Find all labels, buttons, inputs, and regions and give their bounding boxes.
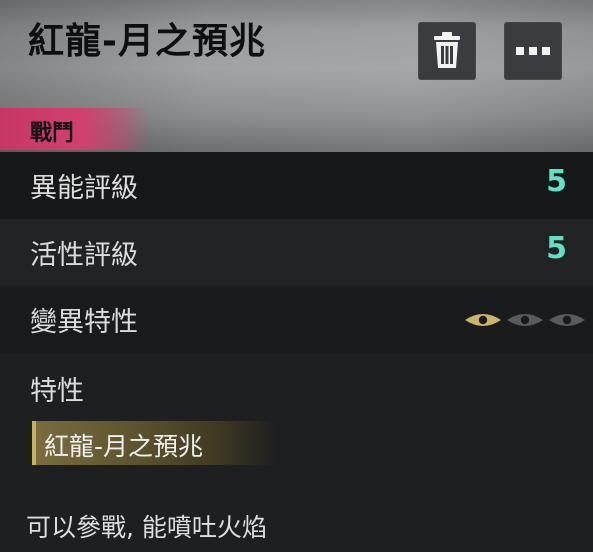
creature-description: 可以參戰, 能噴吐火焰 [26,513,267,542]
mutation-row: 變異特性 [0,286,593,353]
mutation-level-indicator [465,314,585,326]
stat-label: 活性評級 [30,240,138,271]
stat-row-activity: 活性評級 5 [0,219,593,286]
panel-header: 紅龍-月之預兆 戰鬥 [0,0,593,152]
delete-button[interactable] [418,22,476,80]
stat-value: 5 [546,164,567,199]
eye-icon [465,314,501,326]
trash-icon [434,32,460,68]
stat-row-ability: 異能評級 5 [0,152,593,219]
stat-label: 異能評級 [30,173,138,204]
trait-name: 紅龍-月之預兆 [44,432,204,461]
more-button[interactable] [504,22,562,80]
traits-label: 特性 [30,376,84,407]
traits-section: 特性 紅龍-月之預兆 可以參戰, 能噴吐火焰 [0,353,593,552]
mutation-label: 變異特性 [30,307,138,338]
more-dots-icon [516,47,550,55]
trait-chip[interactable]: 紅龍-月之預兆 [32,421,276,465]
creature-title: 紅龍-月之預兆 [28,21,266,62]
eye-icon [507,314,543,326]
eye-icon [549,314,585,326]
category-tag: 戰鬥 [0,108,150,150]
creature-detail-panel: 紅龍-月之預兆 戰鬥 異能評級 5 活性評級 5 變異特性 特性 紅龍-月之預兆… [0,0,593,552]
category-label: 戰鬥 [30,121,75,146]
stat-value: 5 [546,231,567,266]
